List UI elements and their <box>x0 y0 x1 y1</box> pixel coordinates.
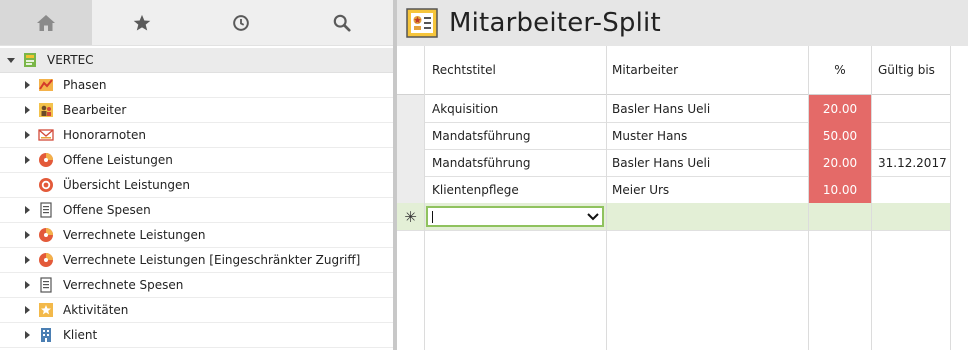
clock-icon <box>233 14 249 31</box>
tree-item-offene-leistungen[interactable]: Offene Leistungen <box>0 148 393 173</box>
cell-percent[interactable]: 10.00 <box>809 176 871 203</box>
table-row[interactable]: Akquisition Basler Hans Ueli 20.00 <box>397 95 950 123</box>
cell-percent[interactable]: 20.00 <box>809 149 871 176</box>
expand-arrow-icon[interactable] <box>25 231 30 239</box>
column-divider <box>424 46 425 350</box>
column-divider <box>606 46 607 350</box>
employee-split-icon <box>406 8 438 38</box>
star-icon <box>133 14 151 31</box>
tab-search[interactable] <box>290 0 393 45</box>
nav-tab-bar <box>0 0 393 46</box>
receipt-icon <box>38 202 54 218</box>
expand-arrow-icon[interactable] <box>25 156 30 164</box>
expand-arrow-icon[interactable] <box>25 331 30 339</box>
cell-rechtstitel[interactable]: Akquisition <box>432 95 498 122</box>
page-title: Mitarbeiter-Split <box>449 8 661 38</box>
tree-root[interactable]: VERTEC <box>0 48 393 73</box>
cell-rechtstitel[interactable]: Mandatsführung <box>432 149 530 176</box>
title-bar: Mitarbeiter-Split <box>397 0 968 46</box>
tree-root-label: VERTEC <box>47 53 94 67</box>
pie-chart-icon <box>38 227 54 243</box>
chevron-down-icon[interactable] <box>586 210 600 223</box>
object-tree: VERTEC Phasen Bearbeiter Honorarnoten Of… <box>0 48 393 348</box>
new-row-marker-icon: ✳ <box>404 207 417 226</box>
tree-item-uebersicht-leistungen[interactable]: Übersicht Leistungen <box>0 173 393 198</box>
tree-item-label: Offene Leistungen <box>63 153 173 167</box>
cell-gueltig-bis[interactable]: 31.12.2017 <box>878 149 947 176</box>
row-selector[interactable] <box>397 149 425 176</box>
collapse-arrow-icon[interactable] <box>7 57 15 63</box>
tab-home[interactable] <box>0 0 92 45</box>
expand-arrow-icon[interactable] <box>25 206 30 214</box>
tab-favorites[interactable] <box>92 0 192 45</box>
column-header-rechtstitel[interactable]: Rechtstitel <box>432 46 496 94</box>
building-icon <box>38 327 54 343</box>
tree-item-verrechnete-spesen[interactable]: Verrechnete Spesen <box>0 273 393 298</box>
grid-right-edge <box>950 46 968 350</box>
text-cursor <box>432 211 433 223</box>
tree-item-verrechnete-leistungen-eingeschraenkt[interactable]: Verrechnete Leistungen [Eingeschränkter … <box>0 248 393 273</box>
cell-mitarbeiter[interactable]: Basler Hans Ueli <box>612 95 710 122</box>
search-icon <box>333 14 351 32</box>
tree-item-phasen[interactable]: Phasen <box>0 73 393 98</box>
row-selector[interactable] <box>397 122 425 149</box>
tree-item-label: Verrechnete Leistungen <box>63 228 206 242</box>
cell-rechtstitel[interactable]: Klientenpflege <box>432 176 519 203</box>
tree-item-label: Offene Spesen <box>63 203 151 217</box>
expand-arrow-icon[interactable] <box>25 81 30 89</box>
tree-item-label: Übersicht Leistungen <box>63 178 190 192</box>
target-icon <box>38 177 54 193</box>
tree-item-label: Honorarnoten <box>63 128 146 142</box>
pie-chart-icon <box>38 252 54 268</box>
phases-icon <box>38 77 54 93</box>
detail-panel: Mitarbeiter-Split Rechtstitel Mitarbeite… <box>397 0 968 350</box>
tree-item-verrechnete-leistungen[interactable]: Verrechnete Leistungen <box>0 223 393 248</box>
tree-item-klient[interactable]: Klient <box>0 323 393 348</box>
pie-chart-icon <box>38 152 54 168</box>
column-divider <box>808 46 809 350</box>
column-header-mitarbeiter[interactable]: Mitarbeiter <box>612 46 678 94</box>
split-table: Rechtstitel Mitarbeiter % Gültig bis Akq… <box>397 46 968 350</box>
expand-arrow-icon[interactable] <box>25 306 30 314</box>
cell-mitarbeiter[interactable]: Meier Urs <box>612 176 669 203</box>
row-selector[interactable] <box>397 95 425 122</box>
tree-item-label: Verrechnete Spesen <box>63 278 184 292</box>
table-row[interactable]: Mandatsführung Basler Hans Ueli 20.00 31… <box>397 149 950 177</box>
row-selector[interactable] <box>397 176 425 203</box>
expand-arrow-icon[interactable] <box>25 256 30 264</box>
tree-item-bearbeiter[interactable]: Bearbeiter <box>0 98 393 123</box>
tree-item-label: Klient <box>63 328 98 342</box>
tree-item-honorarnoten[interactable]: Honorarnoten <box>0 123 393 148</box>
cell-percent[interactable]: 50.00 <box>809 122 871 149</box>
tree-item-aktivitaeten[interactable]: Aktivitäten <box>0 298 393 323</box>
expand-arrow-icon[interactable] <box>25 281 30 289</box>
tree-item-label: Verrechnete Leistungen [Eingeschränkter … <box>63 253 361 267</box>
cell-mitarbeiter[interactable]: Basler Hans Ueli <box>612 149 710 176</box>
expand-arrow-icon[interactable] <box>25 106 30 114</box>
tree-item-offene-spesen[interactable]: Offene Spesen <box>0 198 393 223</box>
column-divider <box>871 46 872 350</box>
receipt-icon <box>38 277 54 293</box>
vertec-folder-icon <box>22 52 38 68</box>
table-header: Rechtstitel Mitarbeiter % Gültig bis <box>397 46 968 95</box>
table-row[interactable]: Mandatsführung Muster Hans 50.00 <box>397 122 950 150</box>
activity-star-icon <box>38 302 54 318</box>
table-row[interactable]: Klientenpflege Meier Urs 10.00 <box>397 176 950 204</box>
cell-percent[interactable]: 20.00 <box>809 95 871 122</box>
column-header-percent[interactable]: % <box>809 46 871 94</box>
column-header-gueltig-bis[interactable]: Gültig bis <box>878 46 935 94</box>
expand-arrow-icon[interactable] <box>25 131 30 139</box>
tab-history[interactable] <box>192 0 290 45</box>
tree-item-label: Phasen <box>63 78 107 92</box>
rechtstitel-combobox[interactable] <box>426 206 604 227</box>
tree-item-label: Aktivitäten <box>63 303 129 317</box>
tree-item-label: Bearbeiter <box>63 103 127 117</box>
cell-mitarbeiter[interactable]: Muster Hans <box>612 122 687 149</box>
navigation-panel: VERTEC Phasen Bearbeiter Honorarnoten Of… <box>0 0 393 350</box>
cell-rechtstitel[interactable]: Mandatsführung <box>432 122 530 149</box>
home-icon <box>37 14 55 31</box>
new-row[interactable]: ✳ <box>397 203 950 231</box>
people-icon <box>38 102 54 118</box>
invoice-icon <box>38 127 54 143</box>
